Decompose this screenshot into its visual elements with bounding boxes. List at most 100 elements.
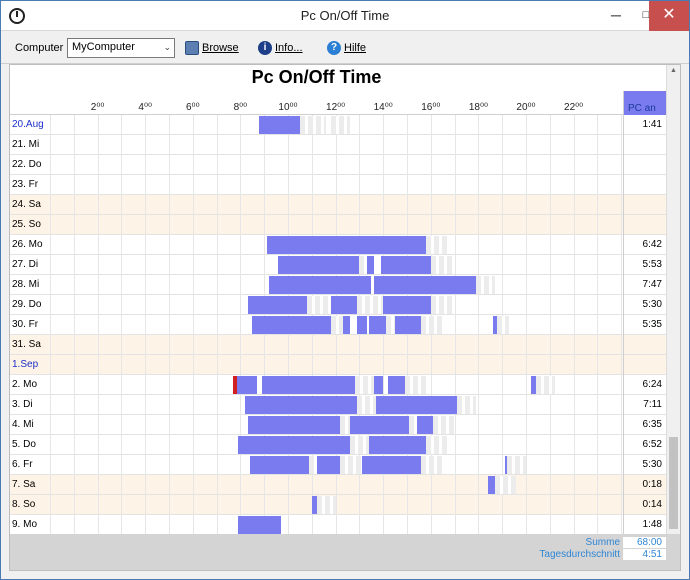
standby-segment[interactable] [316, 496, 336, 514]
on-time-segment[interactable] [504, 456, 507, 474]
on-time-segment[interactable] [252, 316, 331, 334]
on-time-segment[interactable] [487, 476, 496, 494]
on-time-segment[interactable] [361, 456, 422, 474]
scroll-thumb[interactable] [669, 437, 678, 529]
on-time-segment[interactable] [366, 256, 374, 274]
on-time-segment[interactable] [376, 396, 457, 414]
on-time-segment[interactable] [368, 436, 427, 454]
grid-line [574, 295, 575, 315]
on-time-segment[interactable] [395, 316, 422, 334]
browse-button[interactable]: Browse [185, 39, 239, 57]
on-time-segment[interactable] [245, 396, 358, 414]
standby-segment[interactable] [354, 376, 374, 394]
computer-select[interactable]: MyComputer ⌄ [67, 38, 175, 58]
on-time-segment[interactable] [247, 296, 308, 314]
close-button[interactable]: ✕ [649, 1, 689, 31]
on-time-segment[interactable] [349, 416, 410, 434]
grid-line [145, 415, 146, 435]
grid-line [240, 495, 241, 515]
vertical-scrollbar[interactable]: ▲ [666, 65, 680, 534]
on-time-segment[interactable] [316, 456, 341, 474]
on-time-segment[interactable] [330, 296, 357, 314]
on-time-segment[interactable] [249, 456, 310, 474]
on-time-segment[interactable] [247, 416, 341, 434]
standby-segment[interactable] [497, 316, 510, 334]
grid-line [455, 455, 456, 475]
standby-segment[interactable] [357, 296, 384, 314]
on-time-segment[interactable] [268, 276, 372, 294]
day-total [623, 355, 666, 375]
on-time-segment[interactable] [383, 296, 431, 314]
grid-line [145, 515, 146, 535]
standby-segment[interactable] [426, 236, 450, 254]
on-time-segment[interactable] [373, 276, 476, 294]
standby-segment[interactable] [307, 296, 331, 314]
on-time-segment[interactable] [492, 316, 498, 334]
minimize-button[interactable]: ─ [601, 1, 631, 31]
standby-segment[interactable] [456, 396, 476, 414]
grid-line [264, 355, 265, 375]
on-time-segment[interactable] [238, 436, 350, 454]
on-time-segment[interactable] [530, 376, 536, 394]
grid-line [50, 275, 51, 295]
on-time-segment[interactable] [235, 376, 258, 394]
on-time-segment[interactable] [357, 316, 367, 334]
standby-segment[interactable] [299, 116, 327, 134]
hour-label: 18⁰⁰ [468, 102, 488, 113]
on-time-segment[interactable] [311, 496, 317, 514]
grid-line [383, 495, 384, 515]
on-time-segment[interactable] [416, 416, 434, 434]
standby-segment[interactable] [340, 416, 350, 434]
day-label: 3. Di [12, 399, 33, 410]
standby-segment[interactable] [359, 256, 367, 274]
scroll-up-icon[interactable]: ▲ [670, 67, 677, 74]
day-row: 25. So [10, 215, 666, 235]
standby-segment[interactable] [349, 436, 369, 454]
grid-line [597, 235, 598, 255]
grid-line [597, 195, 598, 215]
grid-line [312, 155, 313, 175]
standby-segment[interactable] [385, 316, 396, 334]
grid-line [431, 495, 432, 515]
grid-line [121, 455, 122, 475]
standby-segment[interactable] [506, 456, 526, 474]
on-time-segment[interactable] [259, 116, 300, 134]
standby-segment[interactable] [535, 376, 555, 394]
grid-line [217, 295, 218, 315]
boot-marker[interactable] [233, 376, 238, 394]
on-time-segment[interactable] [238, 516, 281, 534]
standby-segment[interactable] [430, 296, 453, 314]
standby-segment[interactable] [330, 116, 350, 134]
standby-segment[interactable] [430, 256, 455, 274]
on-time-segment[interactable] [261, 376, 355, 394]
grid-line [169, 355, 170, 375]
standby-segment[interactable] [421, 316, 446, 334]
on-time-segment[interactable] [278, 256, 360, 274]
standby-segment[interactable] [357, 396, 377, 414]
standby-segment[interactable] [409, 416, 417, 434]
grid-line [526, 475, 527, 495]
on-time-segment[interactable] [387, 376, 405, 394]
help-button[interactable]: ? Hilfe [327, 39, 366, 57]
grid-line [74, 515, 75, 535]
standby-segment[interactable] [476, 276, 496, 294]
grid-line [121, 315, 122, 335]
standby-segment[interactable] [309, 456, 317, 474]
grid-line [240, 315, 241, 335]
on-time-segment[interactable] [342, 316, 350, 334]
standby-segment[interactable] [404, 376, 427, 394]
on-time-segment[interactable] [373, 376, 384, 394]
on-time-segment[interactable] [380, 256, 431, 274]
standby-segment[interactable] [433, 416, 455, 434]
on-time-segment[interactable] [368, 316, 386, 334]
on-time-segment[interactable] [266, 236, 427, 254]
grid-line [455, 315, 456, 335]
standby-segment[interactable] [421, 456, 446, 474]
info-button[interactable]: i Info... [258, 39, 303, 57]
grid-line [526, 335, 527, 355]
standby-segment[interactable] [426, 436, 450, 454]
standby-segment[interactable] [330, 316, 343, 334]
day-row: 31. Sa [10, 335, 666, 355]
standby-segment[interactable] [495, 476, 517, 494]
standby-segment[interactable] [340, 456, 362, 474]
